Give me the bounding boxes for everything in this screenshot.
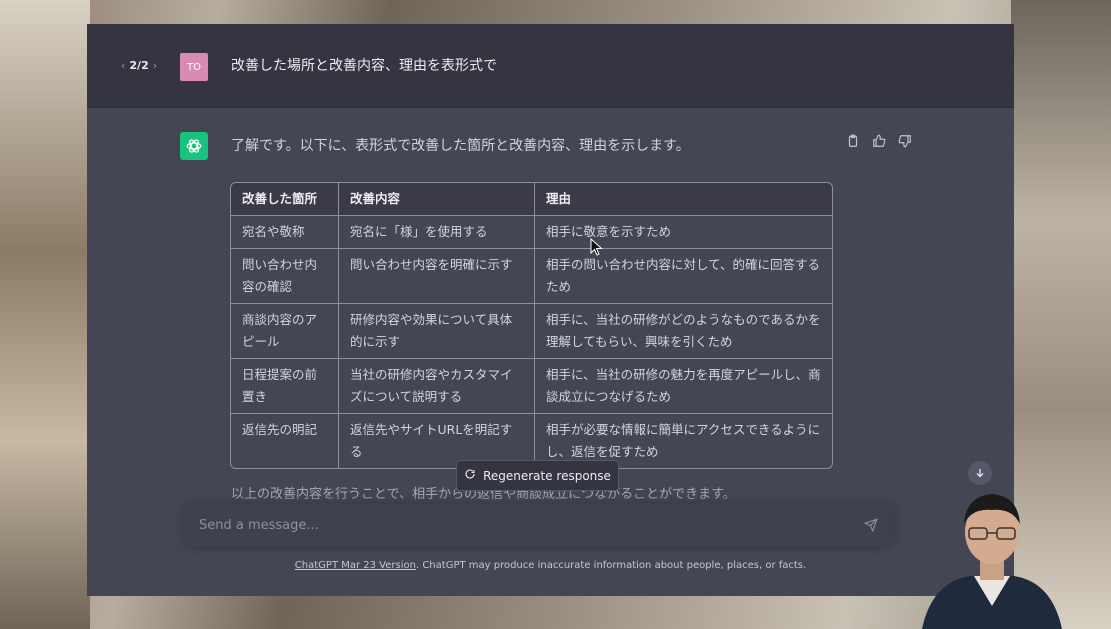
table-cell: 相手の問い合わせ内容に対して、的確に回答するため — [535, 249, 832, 304]
background-left — [0, 0, 90, 629]
chat-window: ‹ 2/2 › TO 改善した場所と改善内容、理由を表形式で 了解です。以下に、… — [87, 24, 1014, 596]
footer-disclaimer: ChatGPT Mar 23 Version. ChatGPT may prod… — [87, 560, 1014, 571]
user-avatar: TO — [180, 53, 208, 81]
table-cell: 相手に敬意を示すため — [535, 216, 832, 249]
table-cell: 宛名や敬称 — [231, 216, 339, 249]
send-button[interactable] — [862, 516, 880, 534]
table-cell: 宛名に「様」を使用する — [339, 216, 535, 249]
pager-prev-button[interactable]: ‹ — [121, 59, 125, 72]
message-actions — [844, 132, 914, 150]
pager-count: 2/2 — [129, 59, 149, 72]
table-row: 問い合わせ内容の確認 問い合わせ内容を明確に示す 相手の問い合わせ内容に対して、… — [231, 249, 832, 304]
table-header-row: 改善した箇所 改善内容 理由 — [231, 183, 832, 216]
table-cell: 問い合わせ内容の確認 — [231, 249, 339, 304]
send-icon — [864, 518, 878, 532]
improvement-table: 改善した箇所 改善内容 理由 宛名や敬称 宛名に「様」を使用する 相手に敬意を示… — [230, 182, 833, 469]
table-cell: 日程提案の前置き — [231, 359, 339, 414]
scroll-down-button[interactable] — [968, 461, 992, 485]
refresh-icon — [464, 468, 476, 483]
arrow-down-icon — [974, 464, 986, 483]
table-header-cell: 改善した箇所 — [231, 183, 339, 216]
regenerate-label: Regenerate response — [483, 468, 611, 483]
version-link[interactable]: ChatGPT Mar 23 Version — [295, 560, 416, 571]
table-row: 日程提案の前置き 当社の研修内容やカスタマイズについて説明する 相手に、当社の研… — [231, 359, 832, 414]
table-header-cell: 改善内容 — [339, 183, 535, 216]
table-row: 宛名や敬称 宛名に「様」を使用する 相手に敬意を示すため — [231, 216, 832, 249]
table-row: 商談内容のアピール 研修内容や効果について具体的に示す 相手に、当社の研修がどの… — [231, 304, 832, 359]
table-cell: 問い合わせ内容を明確に示す — [339, 249, 535, 304]
table-cell: 研修内容や効果について具体的に示す — [339, 304, 535, 359]
chatgpt-logo-icon — [180, 132, 208, 160]
assistant-intro: 了解です。以下に、表形式で改善した箇所と改善内容、理由を示します。 — [231, 138, 690, 154]
copy-icon[interactable] — [844, 132, 862, 150]
message-input[interactable] — [199, 504, 839, 546]
table-cell: 相手に、当社の研修の魅力を再度アピールし、商談成立につなげるため — [535, 359, 832, 414]
table-cell: 商談内容のアピール — [231, 304, 339, 359]
thumbs-up-icon[interactable] — [870, 132, 888, 150]
table-cell: 当社の研修内容やカスタマイズについて説明する — [339, 359, 535, 414]
user-message-row: ‹ 2/2 › TO 改善した場所と改善内容、理由を表形式で — [87, 24, 1014, 108]
message-composer — [185, 504, 892, 546]
thumbs-down-icon[interactable] — [896, 132, 914, 150]
table-cell: 返信先の明記 — [231, 414, 339, 468]
regenerate-button[interactable]: Regenerate response — [456, 460, 619, 491]
disclaimer-text: . ChatGPT may produce inaccurate informa… — [415, 560, 807, 571]
table-cell: 相手に、当社の研修がどのようなものであるかを理解してもらい、興味を引くため — [535, 304, 832, 359]
mouse-cursor-icon — [590, 238, 603, 256]
table-header-cell: 理由 — [535, 183, 832, 216]
presenter-webcam — [922, 494, 1062, 629]
user-message: 改善した場所と改善内容、理由を表形式で — [231, 58, 497, 74]
response-pager: ‹ 2/2 › — [121, 59, 157, 72]
pager-next-button[interactable]: › — [153, 59, 157, 72]
